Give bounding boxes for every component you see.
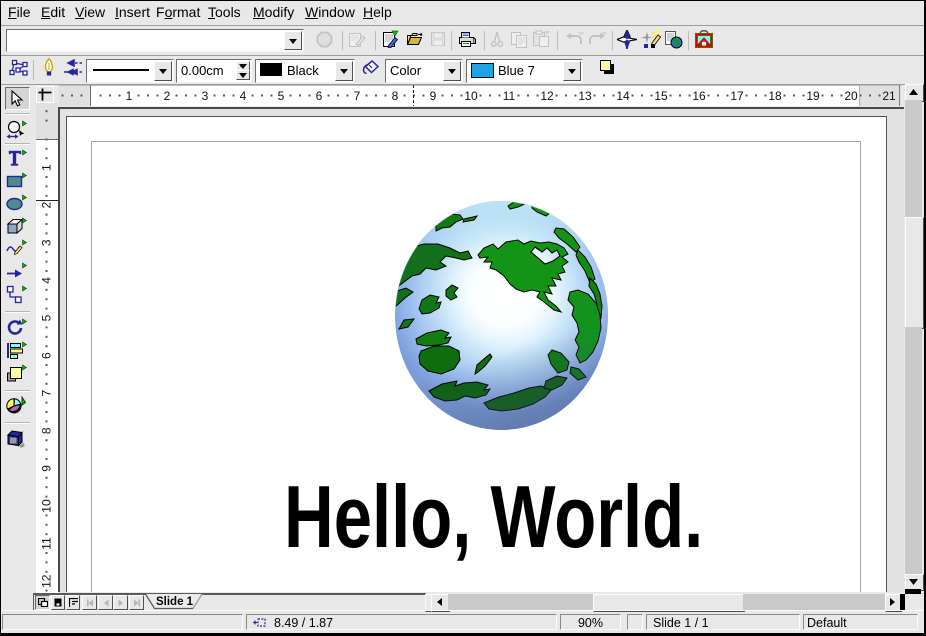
svg-text:7: 7	[40, 390, 54, 397]
svg-text:14: 14	[616, 89, 630, 103]
svg-text:21: 21	[882, 89, 896, 103]
svg-text:2: 2	[164, 89, 171, 103]
svg-text:20: 20	[844, 89, 858, 103]
svg-text:9: 9	[40, 465, 54, 472]
svg-text:11: 11	[40, 537, 54, 550]
svg-text:4: 4	[240, 89, 247, 103]
svg-text:8: 8	[392, 89, 399, 103]
svg-text:3: 3	[202, 89, 209, 103]
svg-text:4: 4	[40, 277, 54, 284]
svg-text:1: 1	[126, 89, 133, 103]
svg-text:3: 3	[40, 239, 54, 246]
svg-text:17: 17	[730, 89, 744, 103]
svg-text:12: 12	[40, 574, 54, 588]
svg-text:18: 18	[768, 89, 782, 103]
svg-text:19: 19	[806, 89, 820, 103]
svg-text:2: 2	[40, 202, 54, 209]
svg-text:11: 11	[503, 89, 516, 103]
svg-text:13: 13	[578, 89, 592, 103]
svg-text:10: 10	[40, 499, 54, 513]
svg-text:15: 15	[654, 89, 668, 103]
svg-text:1: 1	[40, 164, 54, 171]
svg-text:9: 9	[430, 89, 437, 103]
svg-text:5: 5	[278, 89, 285, 103]
svg-text:6: 6	[40, 352, 54, 359]
svg-text:5: 5	[40, 314, 54, 321]
svg-text:10: 10	[464, 89, 478, 103]
svg-text:8: 8	[40, 427, 54, 434]
svg-text:16: 16	[692, 89, 706, 103]
svg-text:6: 6	[316, 89, 323, 103]
svg-text:7: 7	[354, 89, 361, 103]
svg-text:12: 12	[540, 89, 554, 103]
